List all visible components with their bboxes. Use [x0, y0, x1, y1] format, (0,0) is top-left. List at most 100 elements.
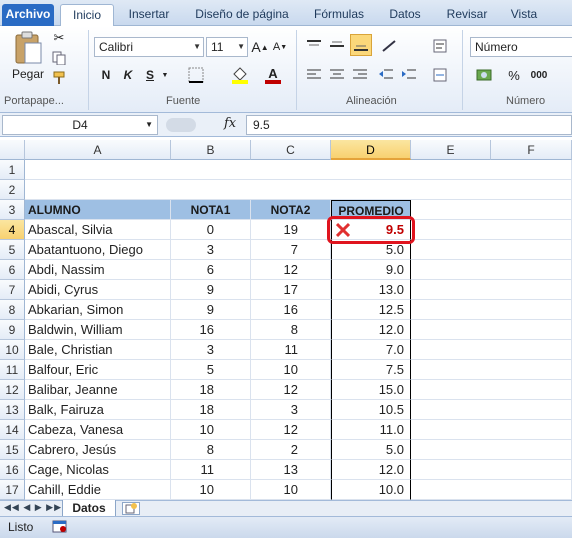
cell-promedio[interactable]: 9.0 [331, 260, 411, 280]
cell-nota2[interactable]: 16 [251, 300, 331, 320]
cell-nota1[interactable]: 5 [171, 360, 251, 380]
cell-nota1[interactable]: 10 [171, 420, 251, 440]
empty-cell[interactable] [411, 260, 572, 280]
column-header-e[interactable]: E [411, 140, 491, 160]
cell-nota1[interactable]: 18 [171, 380, 251, 400]
font-name-combo[interactable]: Calibri ▼ [94, 37, 204, 57]
align-middle-icon[interactable] [327, 36, 347, 56]
number-format-combo[interactable]: Número [470, 37, 572, 57]
cell-nota2[interactable]: 3 [251, 400, 331, 420]
column-header-f[interactable]: F [491, 140, 572, 160]
cell-promedio[interactable]: 12.0 [331, 320, 411, 340]
align-bottom-icon[interactable] [350, 34, 372, 56]
name-box[interactable]: D4 ▼ [2, 115, 158, 135]
bold-button[interactable]: N [97, 65, 115, 85]
format-painter-icon[interactable] [50, 70, 68, 86]
row-header[interactable]: 4 [0, 220, 25, 240]
cell-promedio[interactable]: 12.0 [331, 460, 411, 480]
cell-nota2[interactable]: 10 [251, 480, 331, 500]
cell-alumno[interactable]: Abdi, Nassim [25, 260, 171, 280]
cell-nota1[interactable]: 11 [171, 460, 251, 480]
currency-icon[interactable] [472, 65, 500, 85]
merge-center-icon[interactable] [430, 65, 450, 85]
macro-record-icon[interactable] [52, 520, 68, 534]
empty-cell[interactable] [411, 400, 572, 420]
sheet-tab-datos[interactable]: Datos [62, 500, 116, 517]
cell-nota2[interactable]: 2 [251, 440, 331, 460]
underline-button[interactable]: S [141, 65, 159, 85]
cell-alumno[interactable]: Abatantuono, Diego [25, 240, 171, 260]
cell-nota2[interactable]: 7 [251, 240, 331, 260]
empty-cell[interactable] [411, 340, 572, 360]
cell-nota2[interactable]: 12 [251, 420, 331, 440]
cell-alumno[interactable]: Abidi, Cyrus [25, 280, 171, 300]
cell-promedio[interactable]: 7.0 [331, 340, 411, 360]
empty-cell[interactable] [411, 240, 572, 260]
tab-vista[interactable]: Vista [504, 4, 544, 26]
tab-revisar[interactable]: Revisar [440, 4, 494, 26]
empty-cell[interactable] [411, 300, 572, 320]
cell-alumno[interactable]: Cage, Nicolas [25, 460, 171, 480]
insert-sheet-icon[interactable] [122, 502, 140, 515]
row-header[interactable]: 3 [0, 200, 25, 220]
cell-nota2[interactable]: 19 [251, 220, 331, 240]
worksheet-grid[interactable]: A B C D E F 1 2 3 ALUMNO NOTA1 NOTA2 PRO… [0, 140, 572, 500]
wrap-text-icon[interactable] [430, 36, 450, 56]
cell-promedio[interactable]: 7.5 [331, 360, 411, 380]
paste-button[interactable] [10, 30, 46, 66]
cell-nota2[interactable]: 8 [251, 320, 331, 340]
cell-promedio[interactable]: 10.0 [331, 480, 411, 500]
cell-alumno[interactable]: Abkarian, Simon [25, 300, 171, 320]
cell-alumno[interactable]: Cabeza, Vanesa [25, 420, 171, 440]
cell-alumno[interactable]: Cahill, Eddie [25, 480, 171, 500]
cell-promedio[interactable]: 13.0 [331, 280, 411, 300]
row-header[interactable]: 6 [0, 260, 25, 280]
table-row[interactable] [25, 160, 572, 180]
row-header[interactable]: 12 [0, 380, 25, 400]
cell-alumno[interactable]: Cabrero, Jesús [25, 440, 171, 460]
cell-nota2[interactable]: 17 [251, 280, 331, 300]
cut-icon[interactable]: ✂ [50, 30, 68, 46]
row-header[interactable]: 13 [0, 400, 25, 420]
row-header[interactable]: 7 [0, 280, 25, 300]
tab-formulas[interactable]: Fórmulas [306, 4, 372, 26]
column-header-b[interactable]: B [171, 140, 251, 160]
increase-indent-icon[interactable] [399, 65, 419, 85]
row-header[interactable]: 14 [0, 420, 25, 440]
italic-button[interactable]: K [119, 65, 137, 85]
grow-font-button[interactable]: A ▲ [251, 37, 268, 57]
row-header[interactable]: 15 [0, 440, 25, 460]
cell-nota1[interactable]: 8 [171, 440, 251, 460]
formula-input[interactable]: 9.5 [246, 115, 572, 135]
align-left-icon[interactable] [304, 65, 324, 85]
empty-cell[interactable] [411, 280, 572, 300]
orientation-icon[interactable] [378, 36, 402, 56]
cell-nota1[interactable]: 3 [171, 340, 251, 360]
header-alumno[interactable]: ALUMNO [25, 200, 171, 220]
cell-alumno[interactable]: Balk, Fairuza [25, 400, 171, 420]
tab-datos[interactable]: Datos [382, 4, 428, 26]
cell-nota1[interactable]: 10 [171, 480, 251, 500]
cell-promedio[interactable]: 5.0 [331, 440, 411, 460]
tab-diseno-pagina[interactable]: Diseño de página [186, 4, 298, 26]
column-header-c[interactable]: C [251, 140, 331, 160]
empty-cell[interactable] [411, 420, 572, 440]
row-header[interactable]: 11 [0, 360, 25, 380]
percent-button[interactable]: % [504, 65, 524, 85]
empty-cell[interactable] [411, 440, 572, 460]
cell-nota1[interactable]: 18 [171, 400, 251, 420]
cell-alumno[interactable]: Balibar, Jeanne [25, 380, 171, 400]
cell-alumno[interactable]: Balfour, Eric [25, 360, 171, 380]
empty-cell[interactable] [411, 380, 572, 400]
tab-inicio[interactable]: Inicio [60, 4, 114, 27]
cell-nota1[interactable]: 6 [171, 260, 251, 280]
cell-nota1[interactable]: 9 [171, 280, 251, 300]
cell-nota2[interactable]: 11 [251, 340, 331, 360]
font-size-combo[interactable]: 11 ▼ [206, 37, 248, 57]
cell-nota2[interactable]: 12 [251, 380, 331, 400]
sheet-nav-arrows-icon[interactable]: ◀◀ ◀ ▶ ▶▶ [4, 502, 62, 513]
borders-button[interactable] [184, 65, 208, 85]
table-row[interactable] [25, 180, 572, 200]
row-header[interactable]: 2 [0, 180, 25, 200]
formula-bar-splitter[interactable] [166, 118, 196, 132]
